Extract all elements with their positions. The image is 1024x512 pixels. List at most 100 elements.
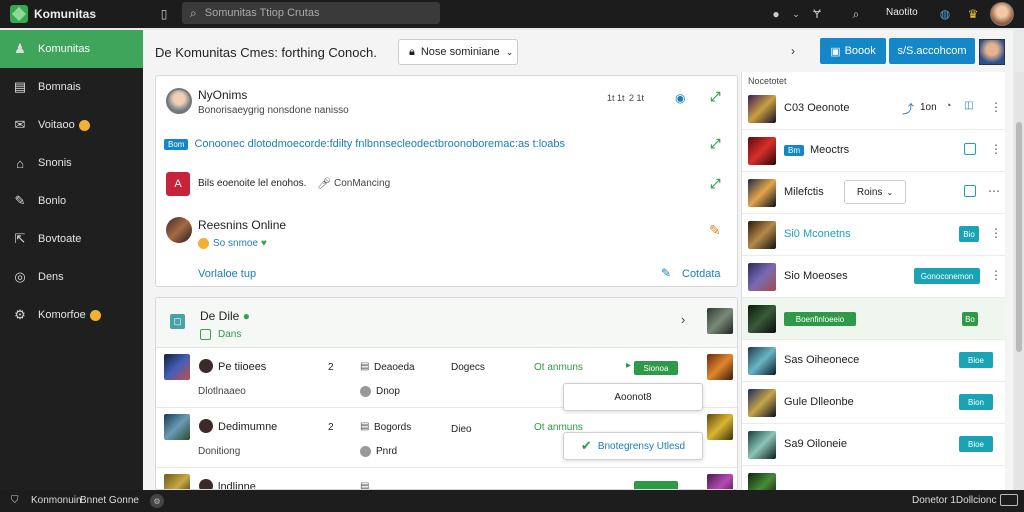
status-dot-icon: [360, 446, 371, 457]
search-icon[interactable]: ⌕: [847, 5, 865, 23]
item-button[interactable]: Bio: [959, 226, 979, 242]
table-row[interactable]: lndlinne ▤: [156, 468, 737, 489]
feed-card: NyOnims Bonorisaeygrig nonsdone nanisso …: [155, 75, 738, 287]
item-button[interactable]: Gonoconemon: [914, 268, 980, 284]
status-badge[interactable]: [634, 481, 678, 489]
sort-dropdown[interactable]: 🔒︎ Nose sominiane ⌄: [398, 39, 518, 65]
sidebar-item-komunitas[interactable]: ♟ Komunitas: [0, 30, 143, 68]
sidebar-item-settings[interactable]: ⚙ Komorfoe: [0, 296, 143, 334]
sidebar-item-games[interactable]: ▤ Bomnais: [0, 68, 143, 106]
item-button[interactable]: Bion: [959, 394, 993, 410]
list-item[interactable]: Boenfinloeeio Bo: [742, 298, 1006, 340]
game-thumbnail[interactable]: [707, 414, 733, 440]
list-item[interactable]: Milefctis Roins ⌄ ⋯: [742, 172, 1006, 214]
list-item[interactable]: Si0 Mconetns Bio ⋮: [742, 214, 1006, 256]
checkbox-icon[interactable]: [964, 143, 976, 155]
footer-left-1[interactable]: Konmonuin: [31, 495, 82, 506]
user-avatar[interactable]: [166, 217, 192, 243]
group-header[interactable]: ▢ De Dile ● Dans ›: [156, 298, 737, 348]
success-toast[interactable]: ✔ Bnotegrensy Utlesd: [563, 432, 703, 460]
list-item[interactable]: Sa9 Oiloneie Bioe: [742, 424, 1006, 466]
user-avatar[interactable]: [990, 2, 1014, 26]
list-item[interactable]: C03 Oeonote ⤴ 1on ◔ ◫ ⋮: [742, 88, 1006, 130]
status-badge[interactable]: Sionoa: [634, 361, 678, 375]
post-title[interactable]: Reesnins Online: [198, 218, 286, 232]
book-button[interactable]: ▣ Boook: [820, 38, 886, 64]
user-label[interactable]: Naotito: [886, 7, 918, 18]
tool-icon[interactable]: Ɏ: [808, 5, 826, 23]
expand-arrow-icon[interactable]: ⤢: [710, 89, 720, 105]
brand[interactable]: Komunitas: [10, 3, 96, 25]
more-icon[interactable]: ⋮: [990, 226, 1002, 240]
chevron-down-icon: ⌄: [505, 46, 514, 57]
edit-icon[interactable]: ✎: [661, 266, 671, 280]
more-icon[interactable]: ⋯: [988, 184, 1000, 198]
app-name: Komunitas: [34, 7, 97, 21]
globe-icon[interactable]: ◍: [936, 5, 954, 23]
record-icon[interactable]: ●: [767, 5, 785, 23]
chevron-down-icon[interactable]: ⌄: [787, 5, 805, 23]
game-thumbnail[interactable]: [707, 354, 733, 380]
search-input[interactable]: [204, 7, 425, 19]
list-item[interactable]: Sas Oiheonece Bioe: [742, 340, 1006, 382]
expand-arrow-icon[interactable]: ⤢: [710, 136, 720, 152]
list-item[interactable]: Sio Moeoses Gonoconemon ⋮: [742, 256, 1006, 298]
sidebar-item-target[interactable]: ◎ Dens: [0, 258, 143, 296]
panel-header: Nocetotet: [748, 76, 787, 86]
game-thumbnail[interactable]: [707, 474, 733, 489]
sidebar-item-mail[interactable]: ✉ Voitaoo: [0, 106, 143, 144]
mode-dropdown[interactable]: Roins ⌄: [844, 180, 906, 204]
item-tag: Bm: [784, 144, 804, 156]
chat-icon[interactable]: ◉: [675, 91, 685, 105]
expand-arrow-icon[interactable]: ⤢: [710, 176, 720, 192]
game-thumbnail[interactable]: [707, 308, 733, 334]
item-badge[interactable]: Bo: [962, 312, 978, 326]
item-button[interactable]: Bioe: [959, 436, 993, 452]
sidebar-item-tools[interactable]: ✎ Bonlo: [0, 182, 143, 220]
sidebar-item-home[interactable]: ⌂ Snonis: [0, 144, 143, 182]
footer-right[interactable]: Donetor 1Dollcionc: [912, 495, 997, 506]
sidebar-item-export[interactable]: ⇱ Bovtoate: [0, 220, 143, 258]
more-icon[interactable]: ⋮: [990, 268, 1002, 282]
post-suffix: ConMancing: [334, 178, 391, 189]
bookmark-icon[interactable]: ▯: [155, 5, 173, 23]
item-button[interactable]: Bioe: [959, 352, 993, 368]
tooltip-popup[interactable]: Aoonot8: [563, 383, 703, 411]
timestamp: 1t 1t: [607, 93, 625, 103]
chevron-right-icon[interactable]: ›: [681, 312, 685, 327]
checkbox-icon[interactable]: [964, 185, 976, 197]
more-icon[interactable]: ⋮: [990, 142, 1002, 156]
header-avatar[interactable]: [979, 39, 1005, 65]
share-icon[interactable]: ⤴: [902, 100, 914, 117]
chevron-down-icon: ⌄: [886, 187, 894, 197]
player-avatar: [199, 419, 213, 433]
game-tile[interactable]: A: [166, 172, 190, 196]
see-more-link[interactable]: Vorlaloe tup: [198, 268, 256, 280]
data-link[interactable]: Cotdata: [682, 268, 721, 280]
sidebar-item-label: Bovtoate: [38, 233, 82, 245]
user-avatar[interactable]: [166, 88, 192, 114]
box-icon[interactable]: ◫: [964, 100, 973, 111]
group-title: De Dile ●: [200, 309, 250, 323]
scrollbar-thumb[interactable]: [1016, 122, 1022, 352]
more-icon[interactable]: ⋮: [990, 100, 1002, 114]
post-author[interactable]: NyOnims: [198, 88, 247, 102]
sidebar-item-label: Komorfoe: [38, 309, 101, 321]
edit-icon[interactable]: ✎: [709, 222, 721, 239]
footer-left-2[interactable]: Bnnet Gonne: [80, 495, 139, 506]
item-label: Sio Moeoses: [784, 270, 848, 282]
list-item[interactable]: Gule Dlleonbe Bion: [742, 382, 1006, 424]
chevron-right-icon[interactable]: ›: [791, 44, 795, 58]
search-com-button[interactable]: s/S.accohcom: [889, 38, 975, 64]
search-bar[interactable]: ⌕: [182, 2, 440, 24]
dropdown-label: Roins: [856, 186, 883, 198]
trophy-icon[interactable]: ♛: [964, 5, 982, 23]
scrollbar[interactable]: [1014, 72, 1024, 490]
game-thumbnail: [164, 414, 190, 440]
item-label: Sas Oiheonece: [784, 354, 860, 366]
right-panel: Nocetotet C03 Oeonote ⤴ 1on ◔ ◫ ⋮ Bm Meoc…: [741, 72, 1006, 501]
settings-icon[interactable]: ⚙: [150, 494, 164, 508]
announcement[interactable]: Bom Conoonec dlotodmoecorde:fdilty fnlbnn…: [164, 138, 565, 150]
checkbox-icon[interactable]: [200, 329, 211, 340]
list-item[interactable]: Bm Meoctrs ⋮: [742, 130, 1006, 172]
